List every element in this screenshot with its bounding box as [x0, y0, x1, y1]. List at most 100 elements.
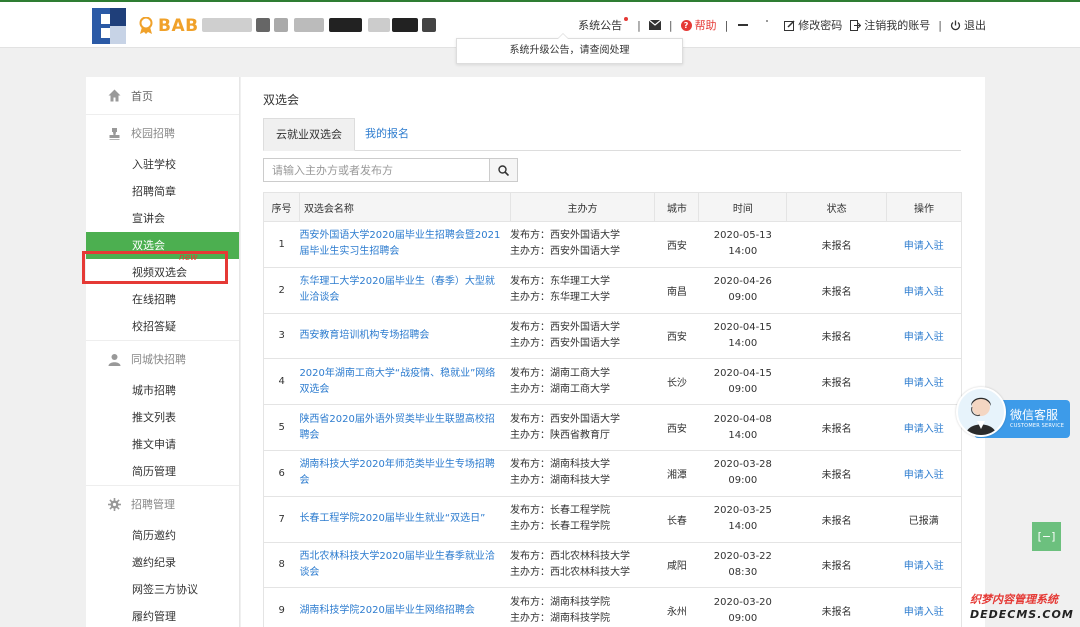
notice-tooltip[interactable]: 系统升级公告，请查阅处理 [456, 33, 683, 64]
apply-link[interactable]: 申请入驻 [904, 332, 944, 343]
table-row: 1 西安外国语大学2020届毕业生招聘会暨2021届毕业生实习生招聘会 发布方：… [263, 221, 962, 268]
action-cell: 已报满 [886, 496, 962, 543]
job-fair-name-link[interactable]: 长春工程学院2020届毕业生就业“双选日” [299, 496, 511, 543]
time-value: 09:00 [728, 383, 758, 395]
apply-link[interactable]: 申请入驻 [904, 287, 944, 298]
table-row: 3 西安教育培训机构专场招聘会 发布方：西安外国语大学 主办方：西安外国语大学 西… [263, 313, 962, 360]
logout-link[interactable]: 退出 [950, 17, 986, 33]
time-cell: 2020-05-13 14:00 [698, 221, 787, 268]
help-link[interactable]: ? 帮助 [680, 17, 717, 33]
notice-link[interactable]: 系统公告 [578, 17, 629, 33]
sidebar-item-resume-invite[interactable]: 简历邀约 [86, 522, 239, 549]
organizer-value: 东华理工大学 [550, 292, 611, 304]
sidebar-group-city: 同城快招聘 城市招聘 推文列表 推文申请 简历管理 [86, 341, 239, 486]
organizer-prefix: 主办方： [510, 475, 551, 487]
user-icon [108, 353, 121, 366]
date-value: 2020-03-20 [713, 596, 772, 608]
row-number: 2 [263, 267, 300, 314]
apply-link[interactable]: 申请入驻 [904, 607, 944, 618]
sidebar-item-post-list[interactable]: 推文列表 [86, 404, 239, 431]
publisher-value: 湖南工商大学 [550, 367, 611, 379]
action-cell: 申请入驻 [886, 404, 962, 451]
collapse-button[interactable]: [−] [1032, 522, 1061, 551]
organizer-value: 西北农林科技大学 [550, 566, 631, 578]
job-fair-name-link[interactable]: 湖南科技学院2020届毕业生网络招聘会 [299, 587, 511, 627]
organizer-cell: 发布方：长春工程学院 主办方：长春工程学院 [510, 496, 655, 543]
header-nav: 系统公告 | | ? 帮助 | 修改密码 注销我的账号 | 退出 [578, 17, 986, 33]
organizer-prefix: 主办方： [510, 383, 551, 395]
organizer-cell: 发布方：西安外国语大学 主办方：西安外国语大学 [510, 313, 655, 360]
customer-service-avatar [956, 387, 1006, 437]
sidebar-group-header: 招聘管理 [86, 486, 239, 522]
status-cell: 未报名 [786, 496, 887, 543]
wechat-customer-service-widget[interactable]: 微信客服 CUSTOMER SERVICE [956, 387, 1070, 438]
time-value: 14:00 [728, 337, 758, 349]
sidebar-item-post-apply[interactable]: 推文申请 [86, 431, 239, 458]
apply-link[interactable]: 申请入驻 [904, 470, 944, 481]
watermark: 织梦内容管理系统 DEDECMS.COM [968, 588, 1080, 627]
search-input[interactable] [264, 159, 489, 181]
change-password-link[interactable]: 修改密码 [784, 17, 842, 33]
organizer-value: 湖南科技学院 [550, 612, 611, 624]
publisher-prefix: 发布方： [510, 413, 551, 425]
sidebar-item-brochure[interactable]: 招聘简章 [86, 178, 239, 205]
row-number: 5 [263, 404, 300, 451]
sidebar-item-schools[interactable]: 入驻学校 [86, 151, 239, 178]
apply-link[interactable]: 申请入驻 [904, 561, 944, 572]
job-fair-name-link[interactable]: 湖南科技大学2020年师范类毕业生专场招聘会 [299, 450, 511, 497]
publisher-value: 西北农林科技大学 [550, 550, 631, 562]
sidebar-item-city-recruit[interactable]: 城市招聘 [86, 377, 239, 404]
publisher-value: 西安外国语大学 [550, 321, 621, 333]
time-value: 14:00 [728, 521, 758, 533]
time-cell: 2020-04-08 14:00 [698, 404, 787, 451]
date-value: 2020-04-08 [713, 413, 772, 425]
publisher-prefix: 发布方： [510, 367, 551, 379]
sidebar-item-job-fair[interactable]: 双选会 [86, 232, 239, 259]
agent-icon [966, 397, 996, 435]
job-fair-name-link[interactable]: 陕西省2020届外语外贸类毕业生联盟高校招聘会 [299, 404, 511, 451]
help-icon: ? [680, 19, 692, 31]
job-fair-name-link[interactable]: 东华理工大学2020届毕业生（春季）大型就业洽谈会 [299, 267, 511, 314]
cancel-account-link[interactable]: 注销我的账号 [850, 17, 930, 33]
tab-my-registration[interactable]: 我的报名 [353, 118, 421, 151]
date-value: 2020-03-28 [713, 459, 772, 471]
organizer-cell: 发布方：湖南科技大学 主办方：湖南科技大学 [510, 450, 655, 497]
customer-service-subtitle: CUSTOMER SERVICE [1010, 423, 1065, 429]
tab-cloud-job-fair[interactable]: 云就业双选会 [263, 118, 355, 151]
city-cell: 永州 [654, 587, 699, 627]
row-number: 7 [263, 496, 300, 543]
job-fair-name-link[interactable]: 西安教育培训机构专场招聘会 [299, 313, 511, 360]
sidebar-item-online-recruit[interactable]: 在线招聘 [86, 286, 239, 313]
time-value: 14:00 [728, 429, 758, 441]
sidebar-item-invite-record[interactable]: 邀约纪录 [86, 549, 239, 576]
time-cell: 2020-04-15 09:00 [698, 358, 787, 406]
publisher-value: 长春工程学院 [550, 505, 611, 517]
job-fair-name-link[interactable]: 西北农林科技大学2020届毕业生春季就业洽谈会 [299, 542, 511, 589]
watermark-top: 织梦内容管理系统 [970, 593, 1058, 606]
divider: | [724, 18, 729, 32]
user-menu[interactable] [736, 20, 776, 30]
sidebar-item-home[interactable]: 首页 [86, 77, 239, 114]
search-icon [498, 164, 509, 176]
search-button[interactable] [489, 159, 517, 181]
site-logo[interactable] [88, 6, 130, 46]
sidebar-item-video-job-fair[interactable]: 视频双选会 new [86, 253, 239, 286]
sidebar-item-resume-manage[interactable]: 简历管理 [86, 458, 239, 485]
message-link[interactable] [648, 20, 661, 30]
organizer-prefix: 主办方： [510, 612, 551, 624]
apply-link[interactable]: 申请入驻 [904, 424, 944, 435]
date-value: 2020-03-25 [713, 505, 772, 517]
sidebar-item-performance[interactable]: 履约管理 [86, 603, 239, 627]
column-header: 城市 [654, 192, 700, 222]
sidebar-item-tripartite[interactable]: 网签三方协议 [86, 576, 239, 603]
sidebar-group-campus: 校园招聘 入驻学校 招聘简章 宣讲会 双选会 视频双选会 new 在线招聘 校招… [86, 115, 239, 341]
notice-dot [624, 17, 629, 21]
apply-link[interactable]: 申请入驻 [904, 241, 944, 252]
apply-link[interactable]: 申请入驻 [904, 378, 944, 389]
status-cell: 未报名 [786, 313, 887, 360]
job-fair-name-link[interactable]: 西安外国语大学2020届毕业生招聘会暨2021届毕业生实习生招聘会 [299, 221, 511, 268]
power-icon [950, 20, 961, 30]
sidebar-item-presentation[interactable]: 宣讲会 [86, 205, 239, 232]
job-fair-name-link[interactable]: 2020年湖南工商大学“战疫情、稳就业”网络双选会 [299, 358, 511, 406]
sidebar-item-qa[interactable]: 校招答疑 [86, 313, 239, 340]
